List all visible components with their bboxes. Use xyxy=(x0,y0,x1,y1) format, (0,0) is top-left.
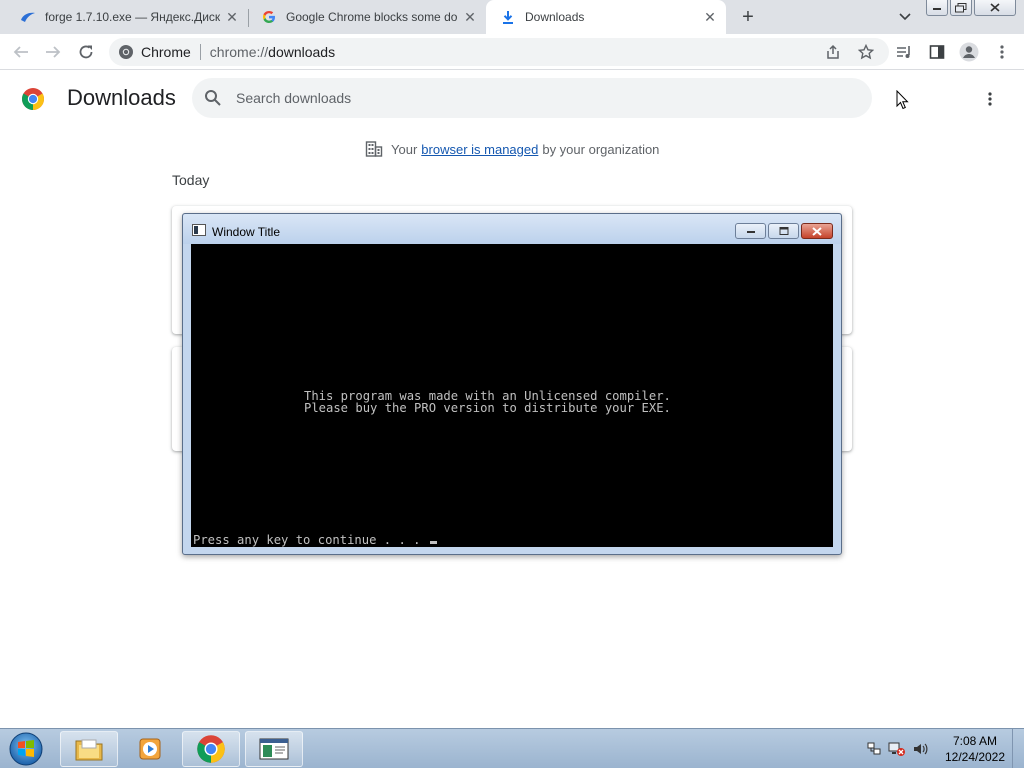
chrome-icon xyxy=(197,735,225,763)
console-app-icon xyxy=(259,738,289,760)
action-center-flag-icon[interactable] xyxy=(866,741,882,757)
tab-search-chevron-icon[interactable] xyxy=(895,8,915,26)
search-downloads-box[interactable] xyxy=(192,78,872,118)
taskbar-media-player-button[interactable] xyxy=(121,731,179,767)
profile-avatar-icon[interactable] xyxy=(958,41,980,63)
browser-managed-link[interactable]: browser is managed xyxy=(421,142,538,157)
google-icon xyxy=(261,9,277,25)
forward-button[interactable] xyxy=(42,41,64,63)
explorer-icon xyxy=(75,739,103,761)
browser-toolbar: Chrome chrome://downloads xyxy=(0,34,1024,70)
downloads-more-actions-icon[interactable] xyxy=(980,89,1000,109)
windows-start-orb-icon xyxy=(9,732,43,766)
page-title: Downloads xyxy=(67,85,176,110)
back-button[interactable] xyxy=(10,41,32,63)
yandex-disk-icon xyxy=(20,9,36,25)
url-text: chrome://downloads xyxy=(209,44,336,60)
console-title-bar[interactable]: Window Title xyxy=(183,214,841,244)
mouse-pointer-icon xyxy=(896,90,909,110)
bookmark-star-icon[interactable] xyxy=(855,41,877,63)
minimize-window-button[interactable] xyxy=(926,0,948,16)
network-disconnected-icon[interactable] xyxy=(888,741,906,757)
window-caption-buttons xyxy=(926,0,1016,17)
date-header: Today xyxy=(172,172,210,188)
unlicensed-message-line2: Please buy the PRO version to distribute… xyxy=(304,401,671,415)
console-close-button[interactable] xyxy=(801,223,833,239)
address-bar[interactable]: Chrome chrome://downloads xyxy=(109,38,889,66)
tab-title: Downloads xyxy=(525,10,585,24)
console-app-icon xyxy=(192,224,206,236)
tab-downloads[interactable]: Downloads ✕ xyxy=(486,0,726,34)
downloads-header: Downloads xyxy=(0,71,1024,127)
volume-icon[interactable] xyxy=(912,741,930,757)
taskbar-clock[interactable]: 7:08 AM 12/24/2022 xyxy=(938,733,1012,765)
console-cursor xyxy=(429,541,437,544)
windows-taskbar: 7:08 AM 12/24/2022 xyxy=(0,728,1024,768)
reading-list-icon[interactable] xyxy=(893,41,915,63)
tab-title: Google Chrome blocks some do xyxy=(286,10,458,24)
taskbar-console-app-button[interactable] xyxy=(245,731,303,767)
reload-button[interactable] xyxy=(75,41,97,63)
tab-google-chrome-blocks[interactable]: Google Chrome blocks some do ✕ xyxy=(241,0,486,34)
omnibox-divider xyxy=(199,44,201,60)
close-tab-icon[interactable]: ✕ xyxy=(224,9,240,25)
site-chip-label: Chrome xyxy=(141,44,191,60)
managed-browser-notice: Your browser is managed by your organiza… xyxy=(365,140,659,158)
start-button[interactable] xyxy=(4,730,48,768)
tab-title: forge 1.7.10.exe — Яндекс.Диск xyxy=(45,10,221,24)
side-panel-icon[interactable] xyxy=(926,41,948,63)
new-tab-button[interactable]: + xyxy=(737,6,759,28)
console-caption-buttons xyxy=(735,223,833,239)
close-window-button[interactable] xyxy=(974,0,1016,16)
tab-yandex-disk[interactable]: forge 1.7.10.exe — Яндекс.Диск ✕ xyxy=(0,0,248,34)
search-icon xyxy=(205,90,221,106)
search-downloads-input[interactable] xyxy=(236,90,836,106)
chrome-site-icon xyxy=(119,45,133,59)
close-tab-icon[interactable]: ✕ xyxy=(702,9,718,25)
clock-date: 12/24/2022 xyxy=(944,750,1006,764)
console-maximize-button[interactable] xyxy=(768,223,799,239)
managed-prefix: Your xyxy=(391,141,418,157)
taskbar-explorer-button[interactable] xyxy=(60,731,118,767)
close-tab-icon[interactable]: ✕ xyxy=(462,9,478,25)
show-desktop-button[interactable] xyxy=(1012,729,1024,768)
share-icon[interactable] xyxy=(822,41,844,63)
taskbar-chrome-button[interactable] xyxy=(182,731,240,767)
console-output-area[interactable]: This program was made with an Unlicensed… xyxy=(191,244,833,547)
clock-time: 7:08 AM xyxy=(952,734,998,748)
console-window-title: Window Title xyxy=(212,225,281,239)
console-minimize-button[interactable] xyxy=(735,223,766,239)
system-tray xyxy=(866,739,930,759)
download-icon xyxy=(500,9,516,25)
restore-window-button[interactable] xyxy=(950,0,972,16)
console-window[interactable]: Window Title This program was made with … xyxy=(182,213,842,555)
press-any-key-prompt: Press any key to continue . . . xyxy=(193,534,437,546)
tab-strip: forge 1.7.10.exe — Яндекс.Диск ✕ Google … xyxy=(0,0,1024,34)
building-icon xyxy=(365,141,383,157)
chrome-logo-icon xyxy=(22,88,44,110)
managed-suffix: by your organization xyxy=(542,141,660,157)
browser-menu-icon[interactable] xyxy=(991,41,1013,63)
media-player-icon xyxy=(139,738,161,760)
